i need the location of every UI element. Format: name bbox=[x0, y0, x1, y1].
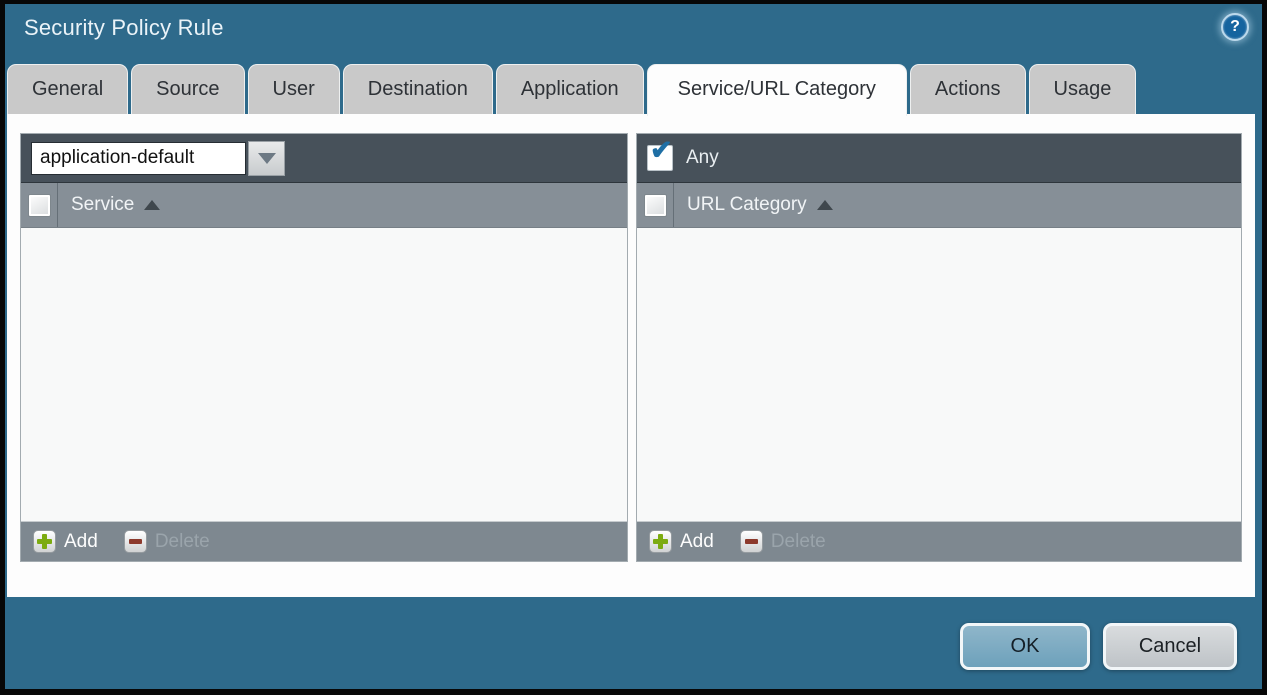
url-category-delete-button[interactable]: Delete bbox=[740, 530, 826, 553]
url-category-table-header: ✔ URL Category bbox=[637, 183, 1241, 228]
tab-content-area: ✔ Service Add Delete bbox=[7, 114, 1255, 597]
service-table-header: ✔ Service bbox=[21, 183, 627, 228]
url-category-column-header[interactable]: URL Category bbox=[674, 183, 833, 227]
check-icon: ✔ bbox=[650, 135, 673, 166]
service-type-dropdown-button[interactable] bbox=[248, 141, 285, 176]
sort-ascending-icon bbox=[817, 200, 833, 210]
service-select-all-cell: ✔ bbox=[21, 183, 58, 227]
tab-application[interactable]: Application bbox=[496, 64, 644, 114]
chevron-down-icon bbox=[258, 153, 276, 164]
service-delete-button[interactable]: Delete bbox=[124, 530, 210, 553]
url-category-select-all-checkbox[interactable]: ✔ bbox=[644, 194, 667, 217]
service-panel: ✔ Service Add Delete bbox=[20, 133, 628, 562]
url-category-footer: Add Delete bbox=[637, 521, 1241, 561]
url-category-table-body[interactable] bbox=[637, 228, 1241, 521]
tab-destination[interactable]: Destination bbox=[343, 64, 493, 114]
service-type-dropdown bbox=[31, 141, 285, 176]
tab-actions[interactable]: Actions bbox=[910, 64, 1026, 114]
help-icon[interactable]: ? bbox=[1221, 13, 1249, 41]
dialog-title: Security Policy Rule bbox=[24, 15, 224, 41]
delete-icon bbox=[740, 530, 763, 553]
tab-bar: General Source User Destination Applicat… bbox=[7, 64, 1136, 114]
service-footer: Add Delete bbox=[21, 521, 627, 561]
screenshot-frame: Security Policy Rule ? General Source Us… bbox=[0, 0, 1267, 695]
service-column-header[interactable]: Service bbox=[58, 183, 160, 227]
any-label: Any bbox=[686, 147, 719, 169]
url-category-toolbar: ✔ Any bbox=[637, 134, 1241, 183]
tab-usage[interactable]: Usage bbox=[1029, 64, 1137, 114]
tab-general[interactable]: General bbox=[7, 64, 128, 114]
delete-icon bbox=[124, 530, 147, 553]
add-icon bbox=[33, 530, 56, 553]
sort-ascending-icon bbox=[144, 200, 160, 210]
tab-service-url-category[interactable]: Service/URL Category bbox=[647, 64, 907, 116]
any-checkbox[interactable]: ✔ bbox=[647, 145, 673, 171]
url-category-add-button[interactable]: Add bbox=[649, 530, 714, 553]
service-select-all-checkbox[interactable]: ✔ bbox=[28, 194, 51, 217]
service-table-body[interactable] bbox=[21, 228, 627, 521]
service-toolbar bbox=[21, 134, 627, 183]
service-add-button[interactable]: Add bbox=[33, 530, 98, 553]
tab-source[interactable]: Source bbox=[131, 64, 244, 114]
url-category-select-all-cell: ✔ bbox=[637, 183, 674, 227]
tab-user[interactable]: User bbox=[248, 64, 340, 114]
url-category-panel: ✔ Any ✔ URL Category Add bbox=[636, 133, 1242, 562]
add-icon bbox=[649, 530, 672, 553]
ok-button[interactable]: OK bbox=[960, 623, 1090, 670]
cancel-button[interactable]: Cancel bbox=[1103, 623, 1237, 670]
service-type-input[interactable] bbox=[31, 142, 246, 175]
